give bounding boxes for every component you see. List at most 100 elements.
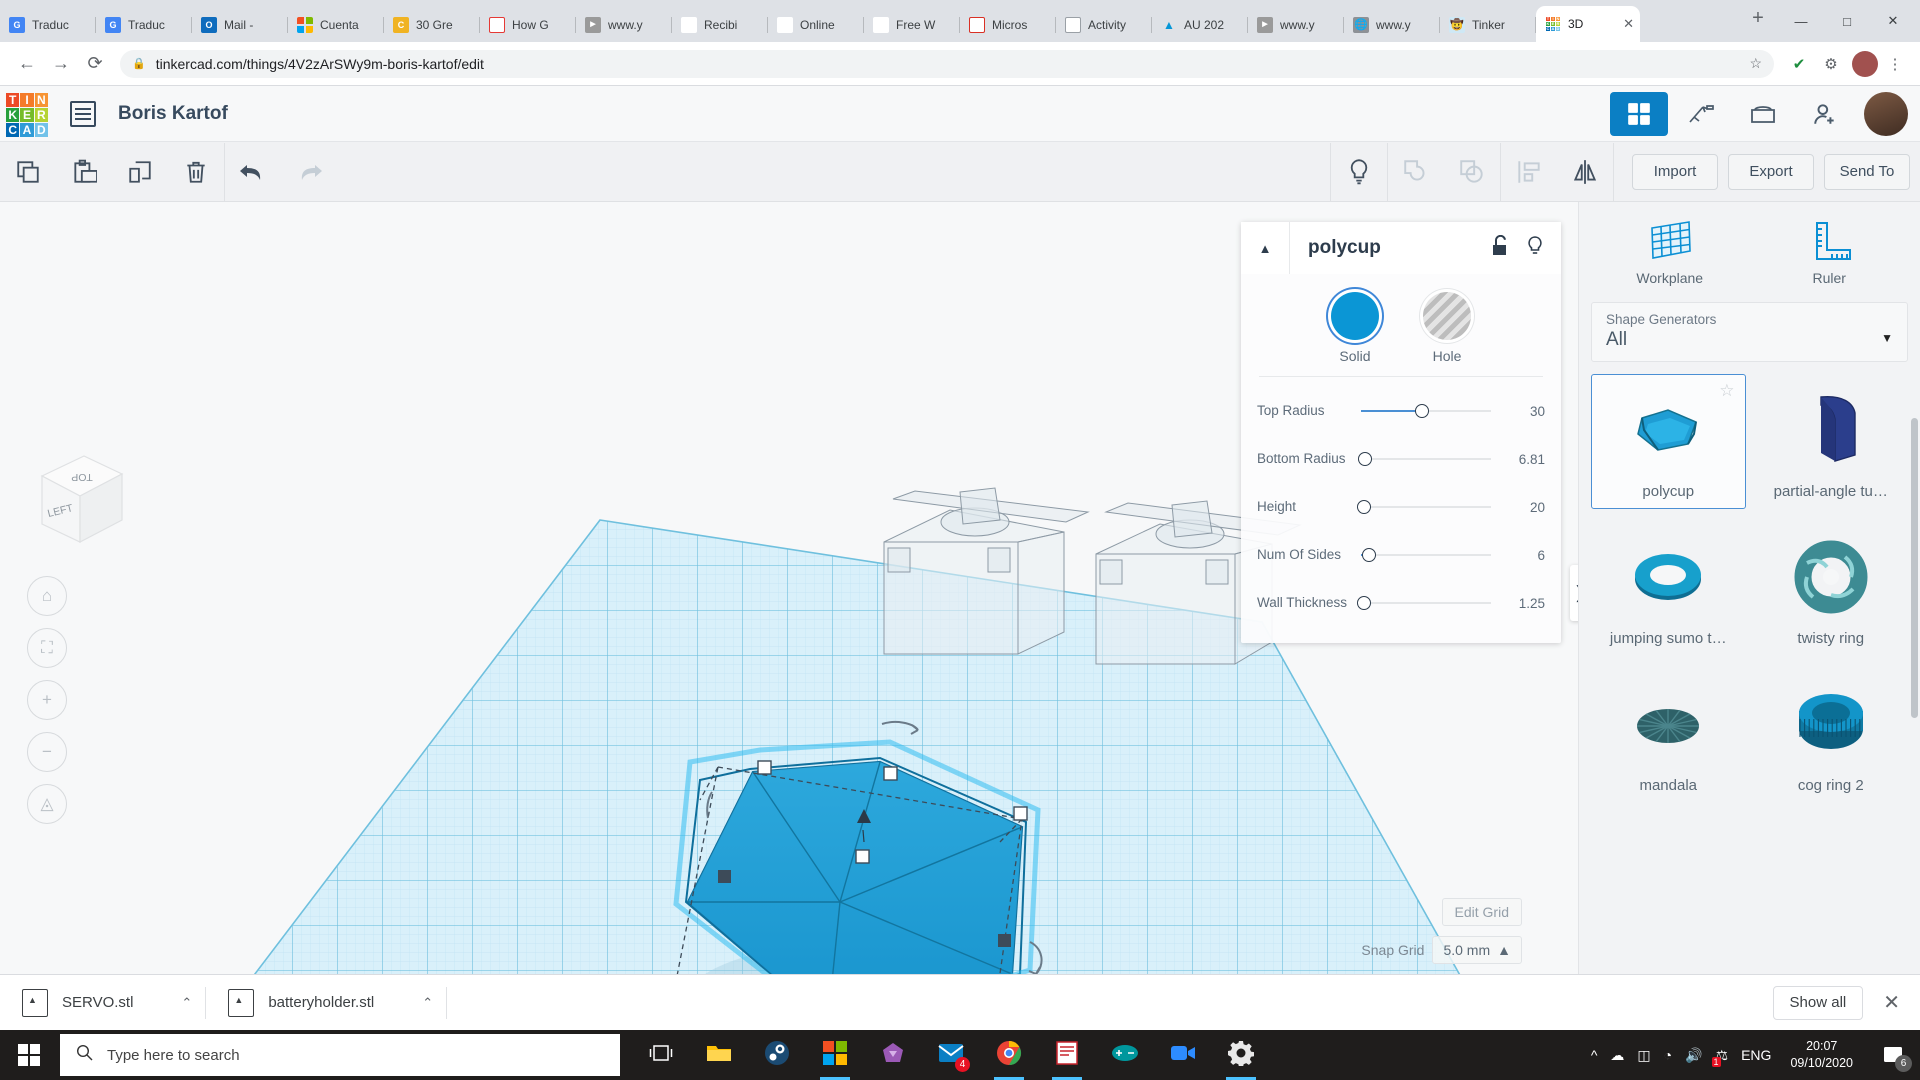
shape-card[interactable]: twisty ring — [1754, 521, 1909, 656]
collapse-triangle-icon[interactable]: ▲ — [1241, 222, 1289, 274]
browser-tab[interactable]: AU 202 — [1152, 8, 1248, 42]
mirror-icon[interactable] — [1557, 143, 1613, 201]
zoom-in-icon[interactable]: + — [27, 680, 67, 720]
download-item[interactable]: batteryholder.stl ⌃ — [206, 975, 447, 1031]
lightbulb-icon[interactable] — [1331, 143, 1387, 201]
slider-knob[interactable] — [1362, 548, 1376, 562]
snap-grid-select[interactable]: 5.0 mm ▲ — [1432, 936, 1522, 964]
browser-tab[interactable]: Online — [768, 8, 864, 42]
onedrive-icon[interactable]: ☁ — [1610, 1047, 1624, 1064]
shield-check-icon[interactable]: ✔ — [1784, 49, 1814, 79]
address-bar[interactable]: 🔒 tinkercad.com/things/4V2zArSWy9m-boris… — [120, 50, 1774, 78]
browser-tab[interactable]: Micros — [960, 8, 1056, 42]
tab-close-icon[interactable]: ✕ — [1623, 16, 1634, 32]
wifi-icon[interactable]: ◔ — [1664, 1047, 1672, 1063]
browser-tab[interactable]: Tinker — [1440, 8, 1536, 42]
volume-icon[interactable]: 🔊 — [1685, 1047, 1702, 1064]
home-view-icon[interactable]: ⌂ — [27, 576, 67, 616]
taskbar-app-zoom[interactable] — [1156, 1030, 1210, 1080]
taskbar-app-monster-hunter[interactable] — [866, 1030, 920, 1080]
gallery-icon[interactable] — [1734, 92, 1792, 136]
new-tab-button[interactable]: + — [1744, 5, 1772, 33]
parameter-slider[interactable] — [1361, 545, 1491, 565]
profile-avatar[interactable] — [1852, 51, 1878, 77]
browser-tab[interactable]: Cuenta — [288, 8, 384, 42]
slider-knob[interactable] — [1358, 452, 1372, 466]
more-menu-icon[interactable]: ⋮ — [1880, 49, 1910, 79]
parameter-value[interactable]: 30 — [1497, 404, 1545, 419]
parameter-value[interactable]: 6.81 — [1497, 452, 1545, 467]
parameter-slider[interactable] — [1361, 593, 1491, 613]
taskbar-app-libreoffice[interactable] — [1040, 1030, 1094, 1080]
group-icon[interactable] — [1388, 143, 1444, 201]
send-to-button[interactable]: Send To — [1824, 154, 1910, 190]
delete-icon[interactable] — [168, 143, 224, 201]
download-item[interactable]: SERVO.stl ⌃ — [0, 975, 206, 1031]
star-icon[interactable]: ☆ — [1749, 55, 1762, 72]
shape-card[interactable]: partial-angle tu… — [1754, 374, 1909, 509]
shape-card[interactable]: jumping sumo t… — [1591, 521, 1746, 656]
chevron-up-icon[interactable]: ⌃ — [181, 995, 192, 1011]
edit-grid-button[interactable]: Edit Grid — [1442, 898, 1522, 926]
browser-tab[interactable]: Free W — [864, 8, 960, 42]
shape-card[interactable]: mandala — [1591, 668, 1746, 803]
shape-type-option-solid[interactable]: Solid — [1331, 292, 1379, 364]
slider-knob[interactable] — [1357, 596, 1371, 610]
show-all-downloads-button[interactable]: Show all — [1773, 986, 1864, 1020]
window-close-button[interactable]: ✕ — [1870, 5, 1916, 37]
parameter-value[interactable]: 1.25 — [1497, 596, 1545, 611]
align-icon[interactable] — [1501, 143, 1557, 201]
zoom-out-icon[interactable]: − — [27, 732, 67, 772]
sidebar-scrollbar[interactable] — [1911, 418, 1918, 718]
parameter-slider[interactable] — [1361, 401, 1491, 421]
reload-button[interactable]: ⟳ — [78, 47, 112, 81]
taskbar-app-arduino[interactable] — [1098, 1030, 1152, 1080]
browser-tab[interactable]: Traduc — [0, 8, 96, 42]
windows-update-icon[interactable]: ⚖ 1 — [1716, 1047, 1729, 1064]
shape-card[interactable]: cog ring 2 — [1754, 668, 1909, 803]
browser-tab[interactable]: Recibi — [672, 8, 768, 42]
browser-tab[interactable]: Mail - — [192, 8, 288, 42]
puzzle-extension-icon[interactable]: ⚙ — [1816, 49, 1846, 79]
taskbar-app-microsoft-store[interactable] — [808, 1030, 862, 1080]
chevron-up-icon[interactable]: ⌃ — [422, 995, 433, 1011]
chevron-up-icon[interactable]: ^ — [1591, 1047, 1598, 1063]
copy-icon[interactable] — [0, 143, 56, 201]
parameter-slider[interactable] — [1361, 449, 1491, 469]
tinkercad-logo[interactable]: TINKERCAD — [6, 93, 48, 135]
sidebar-item-ruler[interactable]: Ruler — [1755, 216, 1905, 286]
browser-tab[interactable]: www.y — [576, 8, 672, 42]
taskbar-app-steam[interactable] — [750, 1030, 804, 1080]
language-indicator[interactable]: ENG — [1741, 1047, 1771, 1063]
taskbar-app-task-view[interactable] — [634, 1030, 688, 1080]
ungroup-icon[interactable] — [1444, 143, 1500, 201]
invite-person-icon[interactable] — [1796, 92, 1854, 136]
browser-tab[interactable]: 30 Gre — [384, 8, 480, 42]
sidebar-item-workplane[interactable]: Workplane — [1595, 216, 1745, 286]
shape-type-option-hole[interactable]: Hole — [1423, 292, 1471, 364]
parameter-value[interactable]: 6 — [1497, 548, 1545, 563]
browser-tab[interactable]: Traduc — [96, 8, 192, 42]
codeblocks-icon[interactable] — [1672, 92, 1730, 136]
taskbar-app-settings-gear[interactable] — [1214, 1030, 1268, 1080]
slider-knob[interactable] — [1357, 500, 1371, 514]
taskbar-app-chrome[interactable] — [982, 1030, 1036, 1080]
notification-center-icon[interactable]: 6 — [1872, 1030, 1914, 1080]
taskbar-app-mail[interactable]: 4 — [924, 1030, 978, 1080]
paste-icon[interactable] — [56, 143, 112, 201]
undo-icon[interactable] — [225, 143, 281, 201]
fit-to-view-icon[interactable]: ⛶ — [27, 628, 67, 668]
close-downloads-bar-button[interactable]: ✕ — [1877, 990, 1906, 1015]
window-maximize-button[interactable]: □ — [1824, 5, 1870, 37]
battery-icon[interactable]: ◫ — [1637, 1047, 1650, 1064]
forward-button[interactable]: → — [44, 47, 78, 81]
slider-knob[interactable] — [1415, 404, 1429, 418]
browser-tab[interactable]: How G — [480, 8, 576, 42]
unlock-icon[interactable] — [1491, 235, 1511, 262]
window-minimize-button[interactable]: — — [1778, 5, 1824, 37]
blocks-view-icon[interactable] — [1610, 92, 1668, 136]
redo-icon[interactable] — [281, 143, 337, 201]
view-cube[interactable]: TOP LEFT — [22, 444, 132, 554]
parameter-slider[interactable] — [1361, 497, 1491, 517]
favorite-star-icon[interactable]: ☆ — [1719, 381, 1734, 401]
